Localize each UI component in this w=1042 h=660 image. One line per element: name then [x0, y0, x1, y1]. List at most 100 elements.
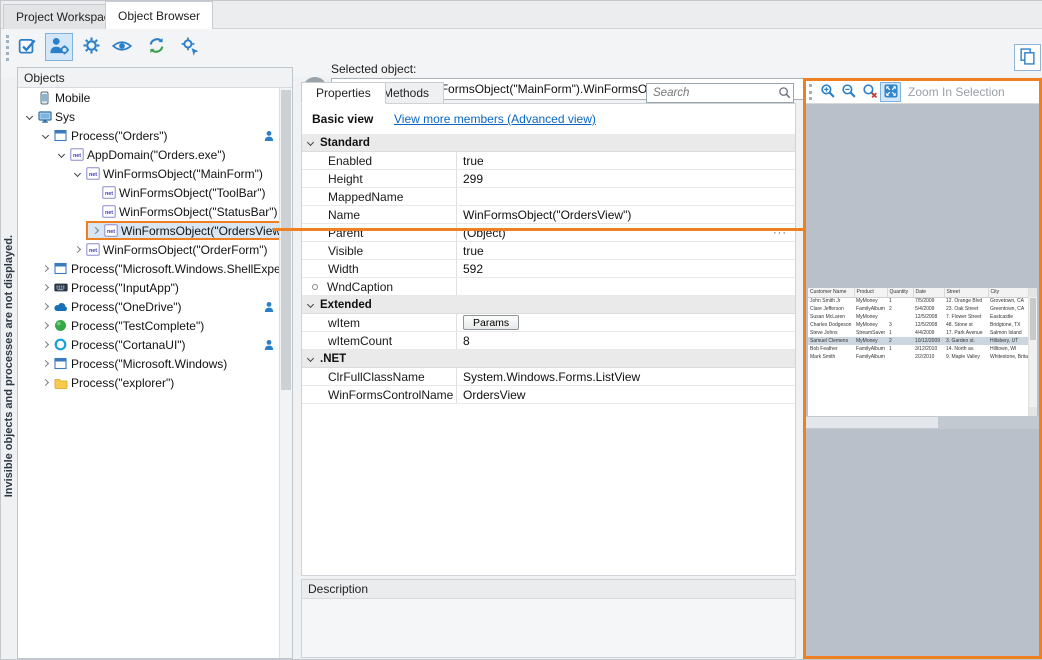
copy-selected-object-button[interactable]: [1014, 44, 1041, 71]
preview-cell: 12. Orange Blvd: [944, 297, 988, 305]
tree-item[interactable]: Process("CortanaUI"): [18, 335, 279, 354]
property-row[interactable]: WndCaption: [302, 278, 795, 296]
tree-item[interactable]: Process("OneDrive"): [18, 297, 279, 316]
zoom-out-button[interactable]: [838, 82, 859, 102]
property-row[interactable]: Visibletrue: [302, 242, 795, 260]
tree-item-label: WinFormsObject("OrdersView"): [119, 224, 279, 238]
preview-cell: MyMoney: [854, 337, 887, 345]
zoom-fit-button[interactable]: [880, 82, 901, 102]
expand-arrow-icon[interactable]: [38, 285, 52, 290]
preview-hscrollbar-thumb[interactable]: [806, 417, 938, 428]
toolbar-object-spy-button[interactable]: [45, 33, 73, 61]
property-name: WinFormsControlName: [328, 388, 453, 402]
tree-item[interactable]: Process("InputApp"): [18, 278, 279, 297]
tree-item[interactable]: Process("explorer"): [18, 373, 279, 392]
tree-item-label: Process("Orders"): [69, 129, 168, 143]
preview-cell: 48. Stone st: [944, 321, 988, 329]
property-row[interactable]: Height299: [302, 170, 795, 188]
preview-vscrollbar-thumb[interactable]: [1030, 298, 1036, 340]
zoom-drag-handle[interactable]: [809, 84, 812, 100]
property-row[interactable]: Width592: [302, 260, 795, 278]
property-row[interactable]: NameWinFormsObject("OrdersView"): [302, 206, 795, 224]
toolbar-highlight-button[interactable]: [14, 33, 42, 61]
collapse-arrow-icon[interactable]: [38, 133, 52, 138]
toolbar-drag-handle[interactable]: [6, 35, 9, 61]
net-icon: net: [100, 205, 117, 218]
tree-item[interactable]: Process("Orders"): [18, 126, 279, 145]
tree-item-label: Process("InputApp"): [69, 281, 179, 295]
expand-arrow-icon[interactable]: [38, 304, 52, 309]
preview-cell: 10/12/2009: [913, 337, 944, 345]
property-row[interactable]: ClrFullClassNameSystem.Windows.Forms.Lis…: [302, 368, 795, 386]
params-button[interactable]: Params: [463, 315, 519, 330]
collapse-arrow-icon[interactable]: [22, 114, 36, 119]
tree-item[interactable]: netWinFormsObject("OrdersView"): [18, 221, 279, 240]
scroll-up-arrow-icon[interactable]: [1029, 288, 1037, 297]
scroll-down-arrow-icon[interactable]: [1029, 407, 1037, 416]
section-collapse-icon[interactable]: [307, 355, 314, 362]
toolbar-refresh-button[interactable]: [142, 33, 170, 61]
section-title: .NET: [320, 353, 346, 365]
expand-arrow-icon[interactable]: [38, 323, 52, 328]
zoom-cancel-button[interactable]: [859, 82, 880, 102]
objects-scrollbar-thumb[interactable]: [281, 90, 291, 390]
computer-icon: [36, 110, 53, 124]
toolbar-show-invisible-button[interactable]: [108, 33, 136, 61]
tree-item[interactable]: netWinFormsObject("ToolBar"): [18, 183, 279, 202]
section-title: Extended: [320, 299, 372, 311]
spy-badge-icon: [263, 300, 275, 316]
expand-arrow-icon[interactable]: [38, 266, 52, 271]
property-row[interactable]: Parent(Object)···: [302, 224, 795, 242]
toolbar-run-spy-button[interactable]: [175, 33, 203, 61]
net-icon: net: [84, 167, 101, 180]
zoom-in-button[interactable]: [817, 82, 838, 102]
tree-item-label: Process("OneDrive"): [69, 300, 182, 314]
expand-arrow-icon[interactable]: [88, 228, 102, 233]
preview-cell: Clare Jefferson: [808, 305, 854, 313]
preview-cell: Steve Johns: [808, 329, 854, 337]
section-header-extended[interactable]: Extended: [302, 296, 795, 314]
tab-object-browser-label: Object Browser: [118, 9, 200, 23]
invisible-objects-note: Invisible objects and processes are not …: [1, 77, 17, 655]
property-name: Enabled: [328, 154, 372, 168]
property-row[interactable]: MappedName: [302, 188, 795, 206]
refresh-icon: [146, 35, 167, 59]
tree-item[interactable]: Process("TestComplete"): [18, 316, 279, 335]
tree-item[interactable]: netWinFormsObject("OrderForm"): [18, 240, 279, 259]
objects-scrollbar[interactable]: [279, 88, 292, 658]
search-input[interactable]: [646, 83, 794, 103]
advanced-view-link[interactable]: View more members (Advanced view): [394, 112, 596, 126]
property-row[interactable]: wItemParams: [302, 314, 795, 332]
tree-item[interactable]: netWinFormsObject("MainForm"): [18, 164, 279, 183]
collapse-arrow-icon[interactable]: [70, 171, 84, 176]
toolbar-settings-button[interactable]: [77, 33, 105, 61]
expand-arrow-icon[interactable]: [38, 342, 52, 347]
tree-item[interactable]: Process("Microsoft.Windows.ShellExperien…: [18, 259, 279, 278]
property-row[interactable]: WinFormsControlNameOrdersView: [302, 386, 795, 404]
tab-object-browser[interactable]: Object Browser: [105, 1, 213, 29]
tab-properties[interactable]: Properties: [301, 82, 386, 104]
tree-item[interactable]: Sys: [18, 107, 279, 126]
preview-cell: Samuel Clemens: [808, 337, 854, 345]
expand-arrow-icon[interactable]: [70, 247, 84, 252]
expand-arrow-icon[interactable]: [38, 361, 52, 366]
preview-vscrollbar[interactable]: [1028, 288, 1037, 416]
preview-cell: Charles Dodgeson: [808, 321, 854, 329]
collapse-arrow-icon[interactable]: [54, 152, 68, 157]
section-header-net[interactable]: .NET: [302, 350, 795, 368]
tree-item[interactable]: netAppDomain("Orders.exe"): [18, 145, 279, 164]
preview-cell: 3. Garden st.: [944, 337, 988, 345]
tree-item[interactable]: Mobile: [18, 88, 279, 107]
property-row[interactable]: Enabledtrue: [302, 152, 795, 170]
section-collapse-icon[interactable]: [307, 139, 314, 146]
section-collapse-icon[interactable]: [307, 301, 314, 308]
property-row[interactable]: wItemCount8: [302, 332, 795, 350]
preview-hscrollbar[interactable]: [806, 416, 1039, 429]
expand-arrow-icon[interactable]: [38, 380, 52, 385]
tree-item[interactable]: netWinFormsObject("StatusBar"): [18, 202, 279, 221]
preview-row: Steve JohnsStreamSaver14/4/200917. Park …: [808, 329, 1028, 337]
tree-item-label: Sys: [53, 110, 75, 124]
section-header-standard[interactable]: Standard: [302, 134, 795, 152]
member-circle-icon: [312, 284, 318, 290]
tree-item[interactable]: Process("Microsoft.Windows): [18, 354, 279, 373]
